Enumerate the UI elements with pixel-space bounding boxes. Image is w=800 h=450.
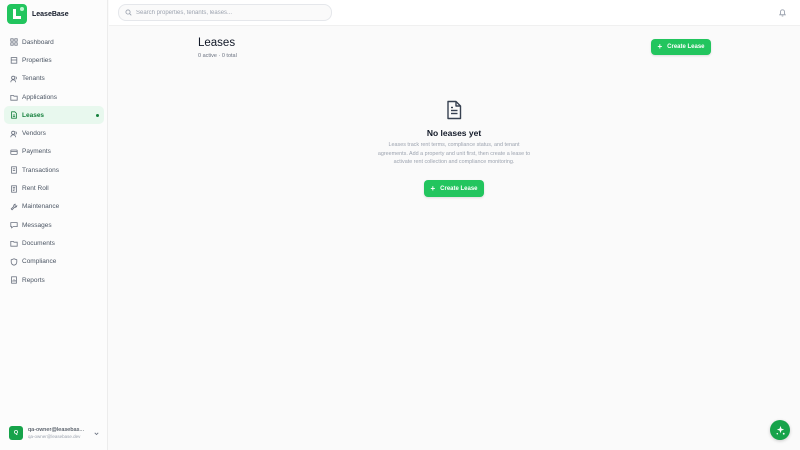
sidebar-item-label: Leases [22,111,45,119]
search-box[interactable] [118,4,332,21]
sidebar-item-label: Properties [22,56,52,64]
brand[interactable]: LeaseBase [7,3,69,25]
create-lease-empty-label: Create Lease [440,185,478,192]
plus-icon: + [657,42,663,51]
sidebar-item-label: Reports [22,276,45,284]
sidebar-item-label: Documents [22,239,55,247]
sidebar-item-compliance[interactable]: Compliance [4,253,104,271]
sidebar-item-messages[interactable]: Messages [4,216,104,234]
sidebar-item-label: Vendors [22,130,46,138]
users-icon [9,129,18,138]
report-icon [9,276,18,285]
list-icon [9,166,18,175]
top-bar [109,0,800,26]
sidebar-item-rent-roll[interactable]: Rent Roll [4,179,104,197]
create-lease-empty-button[interactable]: + Create Lease [424,180,484,197]
sidebar-item-label: Applications [22,93,58,101]
sidebar-item-label: Transactions [22,166,59,174]
sidebar-item-properties[interactable]: Properties [4,51,104,69]
chevron-down-icon [94,432,99,435]
sidebar-item-vendors[interactable]: Vendors [4,124,104,142]
wrench-icon [9,202,18,211]
page-title: Leases [198,37,236,49]
user-info: qa-owner@leasebas... qa-owner@leasebase.… [28,427,90,439]
document-icon [447,100,462,120]
building-icon [9,56,18,65]
sidebar-item-label: Maintenance [22,203,60,211]
file-icon [9,111,18,120]
user-menu[interactable]: Q qa-owner@leasebas... qa-owner@leasebas… [4,420,104,446]
folder-icon [9,239,18,248]
credit-card-icon [9,147,18,156]
leasebase-logo-icon [7,4,27,24]
sidebar-item-reports[interactable]: Reports [4,271,104,289]
document-icon [9,184,18,193]
sidebar-item-leases[interactable]: Leases [4,106,104,125]
shield-icon [9,257,18,266]
sidebar-item-dashboard[interactable]: Dashboard [4,33,104,51]
avatar: Q [9,426,23,440]
sparkle-icon [776,425,785,435]
sidebar-item-documents[interactable]: Documents [4,234,104,252]
users-icon [9,74,18,83]
bell-icon[interactable] [778,8,787,17]
create-lease-button[interactable]: + Create Lease [651,39,711,55]
assistant-fab-button[interactable] [770,420,790,440]
folder-icon [9,93,18,102]
sidebar-item-label: Messages [22,221,52,229]
active-indicator [96,113,99,117]
brand-name: LeaseBase [32,10,69,18]
sidebar-item-label: Payments [22,148,51,156]
plus-icon: + [430,183,436,193]
user-email: qa-owner@leasebase.dev [28,434,81,439]
sidebar: LeaseBase Dashboard Properties Tenants A… [0,0,108,450]
sidebar-item-transactions[interactable]: Transactions [4,161,104,179]
search-icon [125,9,132,16]
sidebar-item-label: Tenants [22,75,45,83]
create-lease-label: Create Lease [667,44,705,50]
page-subtitle: 0 active · 0 total [198,53,237,59]
sidebar-item-label: Compliance [22,258,57,266]
sidebar-item-label: Rent Roll [22,185,49,193]
sidebar-item-tenants[interactable]: Tenants [4,70,104,88]
empty-state-title: No leases yet [426,128,482,138]
sidebar-item-payments[interactable]: Payments [4,143,104,161]
sidebar-item-applications[interactable]: Applications [4,88,104,106]
sidebar-item-label: Dashboard [22,38,54,46]
user-name: qa-owner@leasebas... [28,427,85,433]
search-input[interactable] [136,9,326,16]
sidebar-nav: Dashboard Properties Tenants Application… [4,33,104,289]
grid-icon [9,38,18,47]
sidebar-item-maintenance[interactable]: Maintenance [4,198,104,216]
message-icon [9,221,18,230]
empty-state-description: Leases track rent terms, compliance stat… [377,142,531,165]
